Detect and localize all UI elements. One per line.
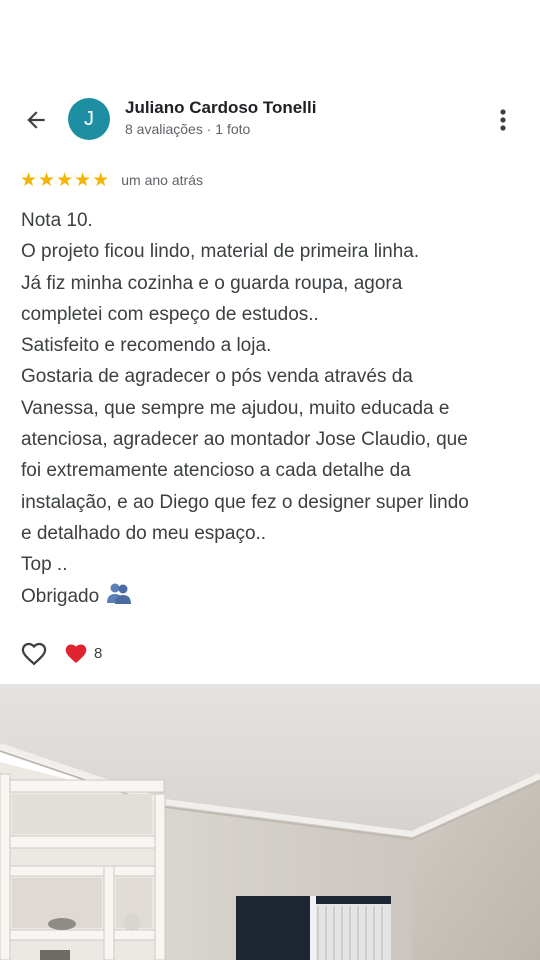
heart-filled-icon	[65, 644, 87, 663]
reaction-count: 8	[94, 644, 103, 662]
more-vert-icon	[500, 109, 506, 131]
avatar[interactable]: J	[68, 98, 110, 140]
review-line: instalação, e ao Diego que fez o designe…	[21, 491, 469, 513]
review-line-text: Obrigado	[21, 585, 100, 607]
review-line: completei com espeço de estudos..	[21, 303, 319, 325]
review-line: foi extremamente atencioso a cada detalh…	[21, 460, 411, 482]
avatar-initial: J	[84, 107, 94, 130]
star-icon: ★	[74, 169, 92, 191]
review-date: um ano atrás	[121, 172, 203, 188]
more-options-button[interactable]	[488, 102, 518, 138]
heart-outline-icon	[21, 642, 47, 666]
reaction-summary[interactable]: 8	[64, 642, 102, 664]
star-rating: ★ ★ ★ ★ ★	[20, 171, 109, 190]
review-photo-image	[0, 684, 540, 960]
review-line: Top ..	[21, 554, 68, 576]
review-text: Nota 10. O projeto ficou lindo, material…	[21, 205, 526, 612]
review-line: Vanessa, que sempre me ajudou, muito edu…	[21, 397, 450, 419]
rating-row: ★ ★ ★ ★ ★ um ano atrás	[20, 169, 203, 191]
star-icon: ★	[38, 169, 56, 191]
star-icon: ★	[56, 169, 74, 191]
review-line: atenciosa, agradecer ao montador Jose Cl…	[21, 429, 468, 451]
review-actions: 8	[20, 638, 102, 668]
back-arrow-icon	[27, 111, 45, 129]
review-header: J Juliano Cardoso Tonelli 8 avaliações ·…	[0, 80, 540, 160]
review-line: Nota 10.	[21, 210, 93, 231]
review-line: Já fiz minha cozinha e o guarda roupa, a…	[21, 272, 403, 294]
review-line: e detalhado do meu espaço..	[21, 522, 267, 544]
author-name[interactable]: Juliano Cardoso Tonelli	[125, 98, 316, 118]
star-icon: ★	[20, 169, 38, 191]
review-line-last: Obrigado	[21, 581, 526, 612]
like-button[interactable]	[20, 639, 48, 667]
people-emoji-icon	[107, 583, 132, 604]
star-icon: ★	[92, 169, 110, 191]
review-line: Satisfeito e recomendo a loja.	[21, 335, 272, 357]
review-line: Gostaria de agradecer o pós venda atravé…	[21, 366, 413, 388]
author-meta: 8 avaliações · 1 foto	[125, 121, 251, 137]
back-button[interactable]	[18, 102, 54, 138]
review-line: O projeto ficou lindo, material de prime…	[21, 241, 420, 263]
review-photo[interactable]	[0, 684, 540, 960]
